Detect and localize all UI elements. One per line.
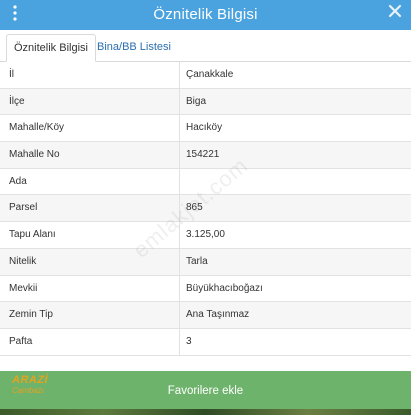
table-row: Pafta 3 bbox=[0, 328, 411, 356]
table-row: Mevkii Büyükhacıboğazı bbox=[0, 275, 411, 303]
logo-text-bottom: Cambazı bbox=[12, 386, 45, 395]
tab-bar: Öznitelik Bilgisi Bina/BB Listesi bbox=[0, 30, 411, 62]
table-row: Nitelik Tarla bbox=[0, 248, 411, 276]
row-value: Ana Taşınmaz bbox=[186, 309, 250, 321]
background-grass-strip bbox=[0, 409, 411, 415]
tab-building-list[interactable]: Bina/BB Listesi bbox=[90, 34, 178, 62]
row-value: 3 bbox=[186, 335, 192, 347]
arazi-cambazi-logo: ARAZİ Cambazı bbox=[12, 374, 72, 400]
table-row: İl Çanakkale bbox=[0, 62, 411, 89]
row-key: Pafta bbox=[0, 328, 180, 355]
row-value: Biga bbox=[186, 95, 207, 107]
row-key: Mahalle No bbox=[0, 142, 180, 168]
table-row: Tapu Alanı 3.125,00 bbox=[0, 222, 411, 249]
row-value: 865 bbox=[186, 202, 203, 214]
attribute-table: İl Çanakkale İlçe Biga Mahalle/Köy Hacık… bbox=[0, 62, 411, 356]
row-value: 154221 bbox=[186, 149, 220, 161]
dialog-header: Öznitelik Bilgisi bbox=[0, 0, 411, 30]
row-key: Ada bbox=[0, 168, 180, 195]
close-icon[interactable] bbox=[388, 4, 402, 18]
row-value: Tarla bbox=[186, 255, 208, 267]
row-key: Tapu Alanı bbox=[0, 222, 180, 248]
row-key: Nitelik bbox=[0, 248, 180, 275]
table-row: Mahalle No 154221 bbox=[0, 142, 411, 169]
table-row: Zemin Tip Ana Taşınmaz bbox=[0, 302, 411, 329]
row-value: Çanakkale bbox=[186, 69, 234, 80]
row-value bbox=[181, 169, 411, 195]
table-row: Ada bbox=[0, 168, 411, 196]
row-value: Hacıköy bbox=[186, 122, 223, 134]
tab-attribute-info[interactable]: Öznitelik Bilgisi bbox=[6, 34, 96, 62]
table-row: Parsel 865 bbox=[0, 195, 411, 223]
dialog-title: Öznitelik Bilgisi bbox=[153, 6, 258, 23]
row-key: Parsel bbox=[0, 195, 180, 222]
row-value: 3.125,00 bbox=[186, 229, 225, 241]
row-value: Büyükhacıboğazı bbox=[186, 282, 263, 294]
row-key: Mevkii bbox=[0, 275, 180, 302]
table-row: İlçe Biga bbox=[0, 88, 411, 116]
row-key: İl bbox=[0, 62, 180, 88]
table-row: Mahalle/Köy Hacıköy bbox=[0, 115, 411, 143]
row-key: İlçe bbox=[0, 88, 180, 115]
row-key: Zemin Tip bbox=[0, 302, 180, 328]
row-key: Mahalle/Köy bbox=[0, 115, 180, 142]
logo-text-top: ARAZİ bbox=[12, 374, 49, 386]
